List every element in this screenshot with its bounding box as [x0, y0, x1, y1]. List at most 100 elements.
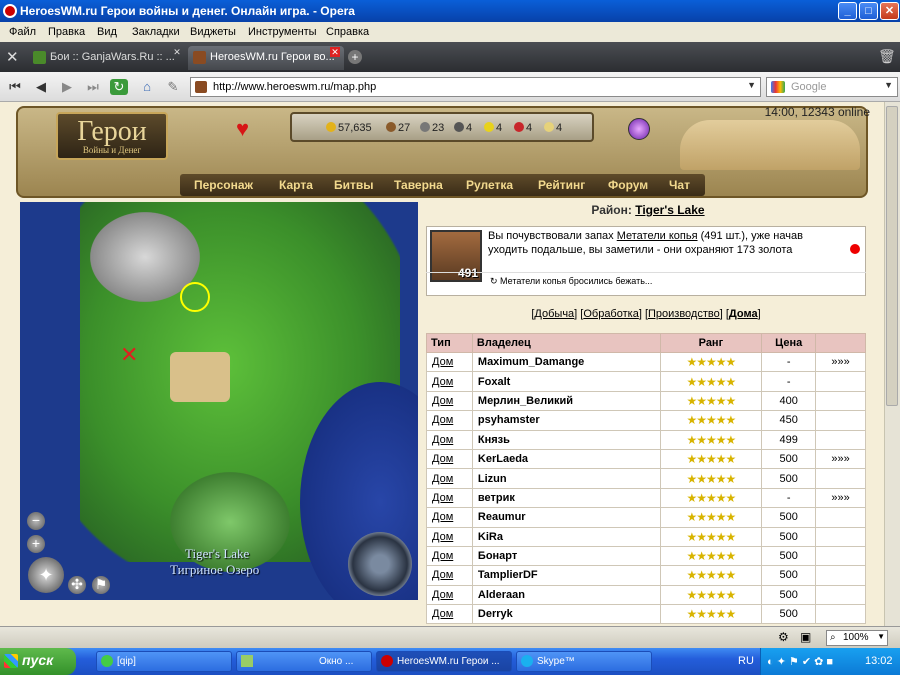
- taskbar: пуск [qip] Окно ... HeroesWM.ru Герои ..…: [0, 648, 900, 675]
- new-tab-icon[interactable]: +: [348, 50, 362, 64]
- menu-bookmarks[interactable]: Закладки: [132, 26, 180, 38]
- zoom-in-icon[interactable]: +: [27, 535, 45, 553]
- compass-icon[interactable]: ✦: [28, 557, 64, 593]
- task-window[interactable]: Окно ...: [236, 651, 372, 672]
- language-indicator[interactable]: RU: [738, 655, 754, 667]
- tab-production[interactable]: Производство: [648, 308, 720, 320]
- table-row: Дом Бонарт ★★★★★ 500: [426, 545, 866, 567]
- panel-icon[interactable]: ⚙: [778, 630, 789, 644]
- task-qip[interactable]: [qip]: [96, 651, 232, 672]
- flag-icon[interactable]: ⚑: [92, 576, 110, 594]
- map-sword-icon[interactable]: ✕: [120, 342, 138, 368]
- table-row: Дом Мерлин_Великий ★★★★★ 400: [426, 390, 866, 412]
- chevron-down-icon[interactable]: ▼: [877, 632, 885, 641]
- zoom-out-icon[interactable]: −: [27, 512, 45, 530]
- menu-view[interactable]: Вид: [97, 26, 117, 38]
- more-link[interactable]: »»»: [831, 453, 849, 465]
- reload-icon[interactable]: ↻: [110, 79, 128, 95]
- nav-map[interactable]: Карта: [279, 178, 313, 192]
- trash-icon[interactable]: 🗑: [878, 48, 896, 65]
- zoom-control[interactable]: ⌕ 100% ▼: [826, 630, 888, 646]
- monster-link[interactable]: Метатели копья: [617, 230, 698, 242]
- menu-widgets[interactable]: Виджеты: [190, 26, 236, 38]
- world-map[interactable]: ✕ Tiger's Lake Тигриное Озеро − + ✦ ✣ ⚑: [20, 202, 418, 600]
- house-link[interactable]: Дом: [432, 376, 453, 388]
- start-button[interactable]: пуск: [0, 648, 76, 675]
- search-input[interactable]: Google ▼: [766, 77, 898, 97]
- map-city-icon[interactable]: [170, 352, 230, 402]
- house-link[interactable]: Дом: [432, 550, 453, 562]
- mana-potion-icon[interactable]: [628, 118, 650, 140]
- close-tab-icon[interactable]: ✕: [330, 47, 340, 57]
- house-type-cell: Дом: [426, 371, 473, 392]
- district-link[interactable]: Tiger's Lake: [635, 203, 704, 217]
- tab-loot[interactable]: Добыча: [534, 308, 574, 320]
- house-link[interactable]: Дом: [432, 453, 453, 465]
- house-type-cell: Дом: [426, 468, 473, 489]
- clock: 13:02: [865, 655, 893, 667]
- task-opera[interactable]: HeroesWM.ru Герои ...: [376, 651, 512, 672]
- fast-forward-icon[interactable]: ⏭: [84, 79, 102, 95]
- nav-battles[interactable]: Битвы: [334, 178, 374, 192]
- navigation-wheel[interactable]: [348, 532, 412, 596]
- map-hero-icon[interactable]: [180, 282, 210, 312]
- tools-icon[interactable]: ✕: [6, 48, 19, 66]
- wood-icon: [386, 122, 396, 132]
- camera-icon[interactable]: ▣: [800, 630, 811, 644]
- ganjawars-favicon: [33, 51, 46, 64]
- menu-file[interactable]: Файл: [9, 26, 36, 38]
- more-link[interactable]: »»»: [831, 356, 849, 368]
- nav-chat[interactable]: Чат: [669, 178, 690, 192]
- monster-portrait[interactable]: 491: [430, 230, 482, 282]
- house-link[interactable]: Дом: [432, 434, 453, 446]
- map-label-en: Tiger's Lake: [185, 546, 250, 561]
- nav-forum[interactable]: Форум: [608, 178, 648, 192]
- house-link[interactable]: Дом: [432, 569, 453, 581]
- house-link[interactable]: Дом: [432, 511, 453, 523]
- house-link[interactable]: Дом: [432, 356, 453, 368]
- address-input[interactable]: http://www.heroeswm.ru/map.php ▼: [190, 77, 761, 97]
- house-link[interactable]: Дом: [432, 473, 453, 485]
- house-link[interactable]: Дом: [432, 608, 453, 620]
- scroll-thumb[interactable]: [886, 106, 898, 406]
- house-link[interactable]: Дом: [432, 531, 453, 543]
- menu-tools[interactable]: Инструменты: [248, 26, 317, 38]
- nav-tavern[interactable]: Таверна: [394, 178, 443, 192]
- house-link[interactable]: Дом: [432, 589, 453, 601]
- tab-heroeswm[interactable]: HeroesWM.ru Герои во... ✕: [188, 46, 344, 70]
- map-label-ru: Тигриное Озеро: [170, 562, 260, 577]
- tray-icons[interactable]: ◐ ✦ ⚑ ✔ ✿ ■: [767, 655, 833, 668]
- alert-dot-icon[interactable]: [850, 244, 860, 254]
- close-window-button[interactable]: ✕: [880, 2, 899, 20]
- tab-processing[interactable]: Обработка: [583, 308, 638, 320]
- nav-rating[interactable]: Рейтинг: [538, 178, 585, 192]
- tab-ganjawars[interactable]: Бои :: GanjaWars.Ru :: ... ✕: [28, 46, 184, 70]
- tab-houses[interactable]: Дома: [729, 308, 758, 320]
- close-tab-icon[interactable]: ✕: [172, 47, 182, 57]
- move-icon[interactable]: ✣: [68, 576, 86, 594]
- menu-help[interactable]: Справка: [326, 26, 369, 38]
- minimize-button[interactable]: _: [838, 2, 857, 20]
- forward-icon[interactable]: ▶: [58, 79, 76, 95]
- game-logo-subtitle: Войны и Денег: [82, 145, 142, 155]
- rewind-icon[interactable]: ⏮: [6, 79, 24, 95]
- edit-icon[interactable]: ✎: [164, 79, 182, 95]
- heart-icon[interactable]: ♥: [236, 116, 249, 142]
- chevron-down-icon[interactable]: ▼: [747, 80, 756, 90]
- house-link[interactable]: Дом: [432, 492, 453, 504]
- home-icon[interactable]: ⌂: [138, 79, 156, 95]
- maximize-button[interactable]: □: [859, 2, 878, 20]
- vertical-scrollbar[interactable]: [884, 102, 900, 626]
- chevron-down-icon[interactable]: ▼: [884, 80, 893, 90]
- house-link[interactable]: Дом: [432, 395, 453, 407]
- nav-roulette[interactable]: Рулетка: [466, 178, 513, 192]
- rank-cell: ★★★★★: [659, 371, 763, 392]
- task-skype[interactable]: Skype™: [516, 651, 652, 672]
- owner-cell: Derryk: [471, 604, 661, 625]
- menu-edit[interactable]: Правка: [48, 26, 85, 38]
- back-icon[interactable]: ◀: [32, 79, 50, 95]
- nav-character[interactable]: Персонаж: [194, 178, 253, 192]
- house-link[interactable]: Дом: [432, 414, 453, 426]
- gold-icon: [326, 122, 336, 132]
- more-link[interactable]: »»»: [831, 492, 849, 504]
